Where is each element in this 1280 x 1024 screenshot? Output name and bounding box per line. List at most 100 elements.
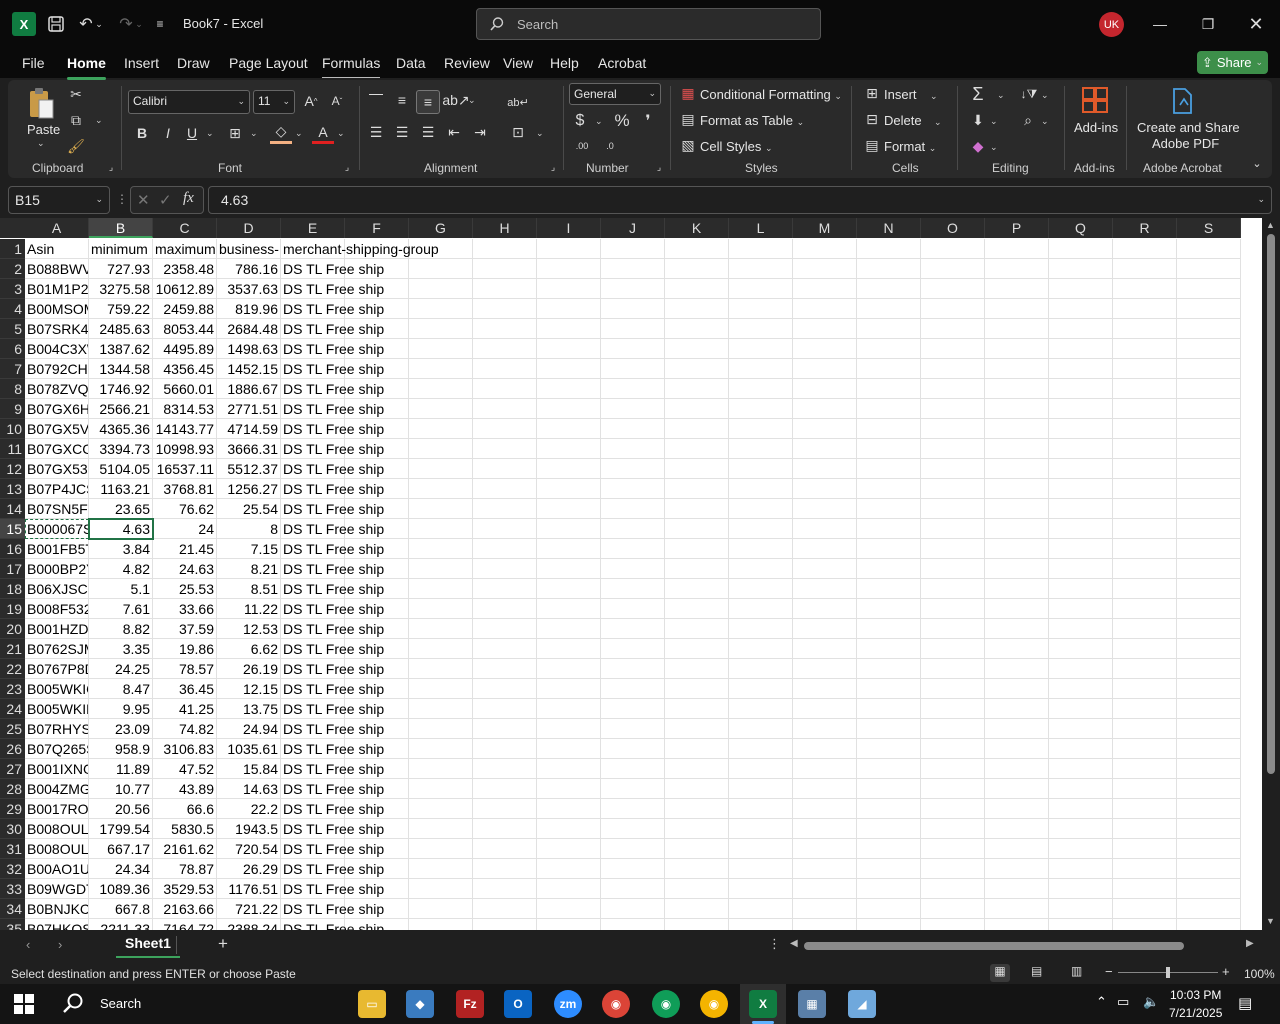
table-cell[interactable] [1113, 879, 1177, 899]
table-cell[interactable] [1113, 399, 1177, 419]
table-cell[interactable]: DS TL Free ship [281, 519, 384, 539]
excel-taskbar-icon[interactable]: X [749, 990, 777, 1018]
page-break-view-icon[interactable]: ▥ [1071, 964, 1082, 978]
table-cell[interactable] [665, 779, 729, 799]
table-cell[interactable] [1049, 359, 1113, 379]
table-cell[interactable] [1049, 519, 1113, 539]
table-cell[interactable]: 10.77 [89, 779, 153, 799]
table-cell[interactable] [1049, 879, 1113, 899]
table-cell[interactable] [1049, 499, 1113, 519]
table-cell[interactable] [409, 739, 473, 759]
table-cell[interactable] [665, 339, 729, 359]
table-cell[interactable] [985, 659, 1049, 679]
table-cell[interactable] [921, 419, 985, 439]
table-cell[interactable]: B0762SJM [25, 639, 89, 659]
row-header[interactable]: 18 [0, 579, 25, 599]
row-header[interactable]: 35 [0, 919, 25, 930]
table-cell[interactable]: 7.15 [217, 539, 281, 559]
table-cell[interactable] [601, 399, 665, 419]
table-cell[interactable]: DS TL Free ship [281, 919, 384, 930]
paste-dropdown-icon[interactable]: ⌄ [37, 138, 45, 149]
table-cell[interactable] [665, 659, 729, 679]
row-header[interactable]: 4 [0, 299, 25, 319]
table-cell[interactable] [1049, 699, 1113, 719]
table-cell[interactable]: 8.47 [89, 679, 153, 699]
table-cell[interactable] [857, 759, 921, 779]
column-header-n[interactable]: N [857, 218, 921, 238]
table-cell[interactable] [665, 559, 729, 579]
table-cell[interactable] [473, 419, 537, 439]
table-cell[interactable] [473, 339, 537, 359]
table-cell[interactable] [473, 899, 537, 919]
table-cell[interactable] [793, 679, 857, 699]
column-header-s[interactable]: S [1177, 218, 1241, 238]
table-cell[interactable] [601, 919, 665, 930]
table-cell[interactable] [921, 919, 985, 930]
table-cell[interactable]: 1176.51 [217, 879, 281, 899]
table-cell[interactable] [921, 259, 985, 279]
table-cell[interactable] [1113, 479, 1177, 499]
table-cell[interactable] [1049, 859, 1113, 879]
table-cell[interactable]: 12.15 [217, 679, 281, 699]
table-cell[interactable] [857, 839, 921, 859]
table-cell[interactable]: B078ZVQX [25, 379, 89, 399]
table-cell[interactable] [537, 459, 601, 479]
table-cell[interactable] [985, 639, 1049, 659]
header-cell[interactable] [665, 239, 729, 259]
table-cell[interactable] [1113, 659, 1177, 679]
table-cell[interactable] [857, 399, 921, 419]
underline-icon[interactable]: U [182, 122, 202, 144]
tab-file[interactable]: File [22, 55, 45, 71]
table-cell[interactable] [857, 819, 921, 839]
clock-time[interactable]: 10:03 PM [1170, 988, 1221, 1002]
table-cell[interactable] [729, 879, 793, 899]
table-cell[interactable] [409, 919, 473, 930]
row-header[interactable]: 17 [0, 559, 25, 579]
table-cell[interactable]: B0767P8D [25, 659, 89, 679]
insert-cells-button[interactable]: Insert [884, 87, 917, 102]
table-cell[interactable] [921, 859, 985, 879]
table-cell[interactable]: DS TL Free ship [281, 879, 384, 899]
table-cell[interactable] [1049, 279, 1113, 299]
table-cell[interactable]: 5.1 [89, 579, 153, 599]
table-cell[interactable] [537, 379, 601, 399]
create-pdf-label-2[interactable]: Adobe PDF [1152, 136, 1219, 151]
table-cell[interactable] [665, 799, 729, 819]
table-cell[interactable]: 25.54 [217, 499, 281, 519]
table-cell[interactable] [985, 299, 1049, 319]
table-cell[interactable] [985, 579, 1049, 599]
table-cell[interactable] [1049, 819, 1113, 839]
table-cell[interactable]: DS TL Free ship [281, 439, 384, 459]
find-select-dropdown-icon[interactable]: ⌄ [1041, 116, 1049, 127]
table-cell[interactable] [793, 379, 857, 399]
table-cell[interactable] [409, 799, 473, 819]
table-cell[interactable]: 24.94 [217, 719, 281, 739]
table-cell[interactable] [921, 739, 985, 759]
table-cell[interactable] [473, 279, 537, 299]
table-cell[interactable] [473, 439, 537, 459]
table-cell[interactable] [985, 479, 1049, 499]
table-cell[interactable] [729, 599, 793, 619]
table-cell[interactable] [1113, 439, 1177, 459]
table-cell[interactable] [1113, 279, 1177, 299]
table-cell[interactable]: 43.89 [153, 779, 217, 799]
row-header[interactable]: 9 [0, 399, 25, 419]
table-cell[interactable]: 8.82 [89, 619, 153, 639]
table-cell[interactable] [793, 459, 857, 479]
table-cell[interactable]: 3768.81 [153, 479, 217, 499]
scroll-up-icon[interactable]: ▲ [1266, 220, 1275, 230]
table-cell[interactable] [1177, 739, 1241, 759]
table-cell[interactable] [1177, 919, 1241, 930]
table-cell[interactable] [1113, 379, 1177, 399]
create-pdf-icon[interactable] [1168, 86, 1196, 116]
table-cell[interactable] [537, 739, 601, 759]
table-cell[interactable]: 24.34 [89, 859, 153, 879]
table-cell[interactable]: 667.8 [89, 899, 153, 919]
table-cell[interactable] [921, 439, 985, 459]
table-cell[interactable] [537, 779, 601, 799]
table-cell[interactable] [857, 259, 921, 279]
table-cell[interactable]: 958.9 [89, 739, 153, 759]
table-cell[interactable]: 1256.27 [217, 479, 281, 499]
table-cell[interactable] [985, 719, 1049, 739]
insert-cells-dropdown-icon[interactable]: ⌄ [930, 91, 938, 102]
